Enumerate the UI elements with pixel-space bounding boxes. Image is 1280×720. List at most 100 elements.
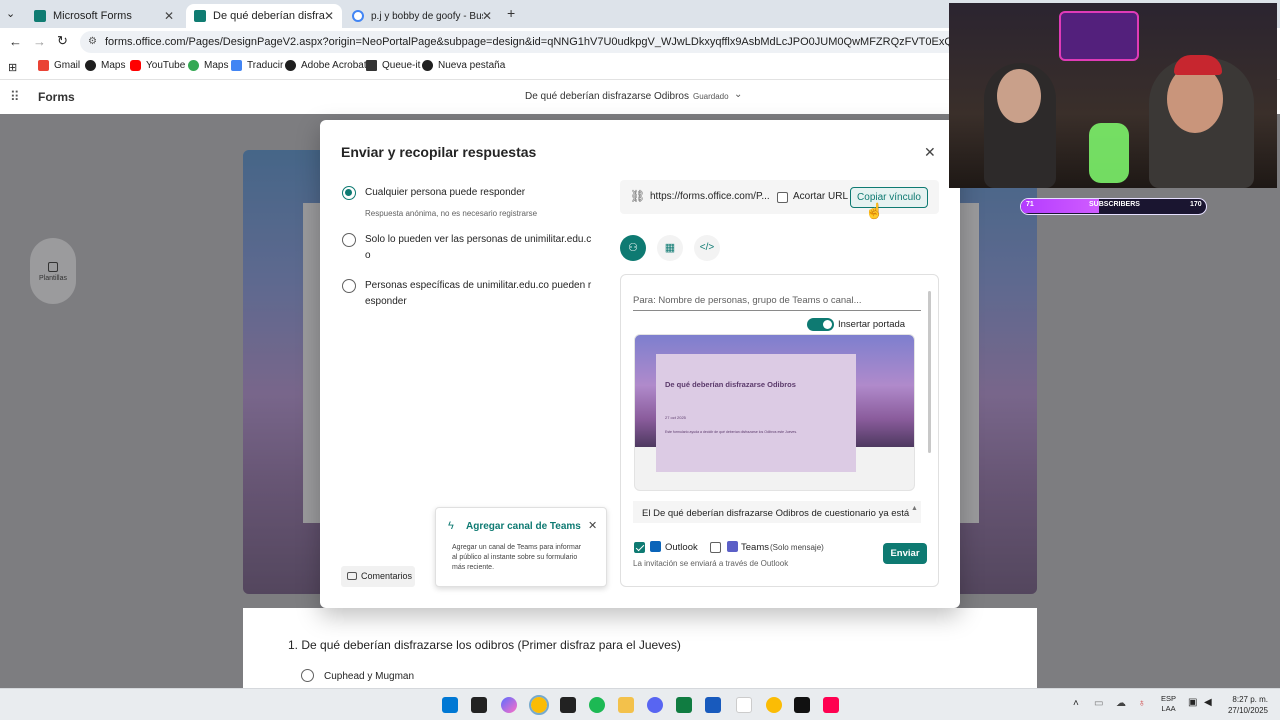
close-tab-icon[interactable]: ✕ xyxy=(164,9,174,23)
outlook-checkbox[interactable] xyxy=(634,542,645,553)
radio-specific[interactable] xyxy=(342,279,356,293)
option-organization-label[interactable]: Solo lo pueden ver las personas de unimi… xyxy=(365,232,591,248)
tiktok-icon[interactable] xyxy=(823,697,839,713)
share-link-icon[interactable]: ⚇ xyxy=(620,235,646,261)
dialog-title: Enviar y recopilar respuestas xyxy=(341,144,537,160)
forms-favicon-icon xyxy=(194,10,206,22)
comments-button[interactable]: Comentarios xyxy=(341,566,415,587)
tray-app-icon[interactable]: ▭ xyxy=(1094,698,1103,709)
bookmark-traducir[interactable]: Traducir xyxy=(231,60,283,71)
bookmark-queue-it[interactable]: Queue-it xyxy=(366,60,420,71)
windows-taskbar: ˄ ▭ ☁ ♁ ESP LAA ▣ ◀ 8:27 p. m. 27/10/2025 xyxy=(0,688,1280,720)
apps-grid-icon[interactable]: ⊞ xyxy=(8,61,17,74)
excel-icon[interactable] xyxy=(676,697,692,713)
tab-label: Microsoft Forms xyxy=(53,10,132,22)
bookmark-maps-2[interactable]: Maps xyxy=(188,60,228,71)
tab-label: De qué deberían disfrazarse Od xyxy=(213,10,325,22)
shorten-url-checkbox[interactable] xyxy=(777,192,788,203)
adobe-icon xyxy=(285,60,296,71)
answer-radio[interactable] xyxy=(301,669,314,682)
bookmark-label: Adobe Acrobat xyxy=(301,60,367,71)
bookmark-adobe[interactable]: Adobe Acrobat xyxy=(285,60,367,71)
tray-chevron-icon[interactable]: ˄ xyxy=(1073,698,1079,709)
onedrive-icon[interactable]: ☁ xyxy=(1116,698,1126,709)
back-icon[interactable]: ← xyxy=(9,34,22,49)
teams-icon xyxy=(727,541,738,552)
network-icon[interactable]: ▣ xyxy=(1188,697,1197,708)
close-icon[interactable]: ✕ xyxy=(924,144,936,161)
shorten-url-label[interactable]: Acortar URL xyxy=(793,191,848,202)
tab-google-search[interactable]: p.j y bobby de goofy - Buscar c ✕ xyxy=(344,4,500,28)
option-specific-label[interactable]: Personas específicas de unimilitar.edu.c… xyxy=(365,278,591,294)
copilot-icon[interactable] xyxy=(501,697,517,713)
youtube-icon xyxy=(130,60,141,71)
start-icon[interactable] xyxy=(442,697,458,713)
tab-form-design[interactable]: De qué deberían disfrazarse Od ✕ xyxy=(186,4,342,28)
google-favicon-icon xyxy=(352,10,364,22)
lightning-icon: ϟ xyxy=(448,520,454,532)
option-organization-label-cont: o xyxy=(365,250,371,261)
option-anyone-label[interactable]: Cualquier persona puede responder xyxy=(365,185,525,201)
copy-link-button[interactable]: Copiar vínculo xyxy=(850,187,928,208)
lang-layout: LAA xyxy=(1161,704,1176,713)
spotify-icon[interactable] xyxy=(589,697,605,713)
notepad-icon[interactable] xyxy=(736,697,752,713)
callout-body-line: más reciente. xyxy=(452,564,495,571)
send-button[interactable]: Enviar xyxy=(883,543,927,564)
bookmark-maps[interactable]: Maps xyxy=(85,60,125,71)
globe-icon xyxy=(422,60,433,71)
document-title[interactable]: De qué deberían disfrazarse Odibros xyxy=(525,91,689,102)
clock[interactable]: 8:27 p. m. 27/10/2025 xyxy=(1224,694,1268,716)
radio-anyone[interactable] xyxy=(342,186,356,200)
callout-body-line: Agregar un canal de Teams para informar xyxy=(452,544,582,551)
subscribers-current: 71 xyxy=(1026,201,1034,208)
send-footer-note: La invitación se enviará a través de Out… xyxy=(633,559,789,568)
epic-games-icon[interactable] xyxy=(560,697,576,713)
message-text[interactable]: El De qué deberían disfrazarse Odibros d… xyxy=(633,501,921,523)
tab-microsoft-forms[interactable]: Microsoft Forms ✕ xyxy=(26,4,182,28)
new-tab-icon[interactable]: + xyxy=(507,5,515,21)
recipients-input[interactable]: Para: Nombre de personas, grupo de Teams… xyxy=(633,295,921,311)
outlook-icon xyxy=(650,541,661,552)
forward-icon[interactable]: → xyxy=(33,34,46,49)
bookmark-gmail[interactable]: Gmail xyxy=(38,60,80,71)
chrome-icon[interactable] xyxy=(529,695,549,715)
bookmark-youtube[interactable]: YouTube xyxy=(130,60,185,71)
scroll-up-icon[interactable]: ▲ xyxy=(911,505,918,512)
close-tab-icon[interactable]: ✕ xyxy=(324,9,334,23)
microphone-icon[interactable]: ♁ xyxy=(1138,698,1146,709)
callout-body-line: al público al instante sobre su formular… xyxy=(452,554,578,561)
subscribers-goal: 170 xyxy=(1190,201,1202,208)
reload-icon[interactable]: ↻ xyxy=(57,33,68,49)
chevron-down-icon[interactable]: ⌄ xyxy=(734,89,742,100)
chrome-profile-icon[interactable] xyxy=(766,697,782,713)
subscribers-label: SUBSCRIBERS xyxy=(1089,201,1140,208)
teams-checkbox[interactable] xyxy=(710,542,721,553)
language-indicator[interactable]: ESP LAA xyxy=(1161,694,1176,714)
site-info-icon[interactable]: ⚙ xyxy=(88,31,97,53)
scrollbar[interactable] xyxy=(928,291,931,453)
capcut-icon[interactable] xyxy=(794,697,810,713)
close-tab-icon[interactable]: ✕ xyxy=(482,9,492,23)
qr-code-icon[interactable]: ▦ xyxy=(657,235,683,261)
lang-code: ESP xyxy=(1161,694,1177,703)
bookmark-nueva-pestana[interactable]: Nueva pestaña xyxy=(422,60,505,71)
plantillas-button[interactable]: Plantillas xyxy=(30,238,76,304)
radio-organization[interactable] xyxy=(342,233,356,247)
close-callout-icon[interactable]: ✕ xyxy=(588,519,597,532)
green-toy xyxy=(1089,123,1129,183)
form-link-text[interactable]: https://forms.office.com/P... xyxy=(650,191,770,202)
question-title: 1. De qué deberían disfrazarse los odibr… xyxy=(288,638,681,652)
insert-cover-toggle[interactable] xyxy=(807,318,834,331)
templates-icon xyxy=(48,262,58,272)
volume-icon[interactable]: ◀ xyxy=(1204,697,1212,708)
send-dialog: Enviar y recopilar respuestas ✕ Cualquie… xyxy=(320,120,960,608)
task-view-icon[interactable] xyxy=(471,697,487,713)
file-explorer-icon[interactable] xyxy=(618,697,634,713)
tab-list-chevron-icon[interactable]: ⌄ xyxy=(6,7,15,20)
app-launcher-icon[interactable]: ⠿ xyxy=(10,89,20,105)
word-icon[interactable] xyxy=(705,697,721,713)
discord-icon[interactable] xyxy=(647,697,663,713)
embed-code-icon[interactable]: </> xyxy=(694,235,720,261)
url-text: forms.office.com/Pages/DesignPageV2.aspx… xyxy=(105,36,1090,48)
